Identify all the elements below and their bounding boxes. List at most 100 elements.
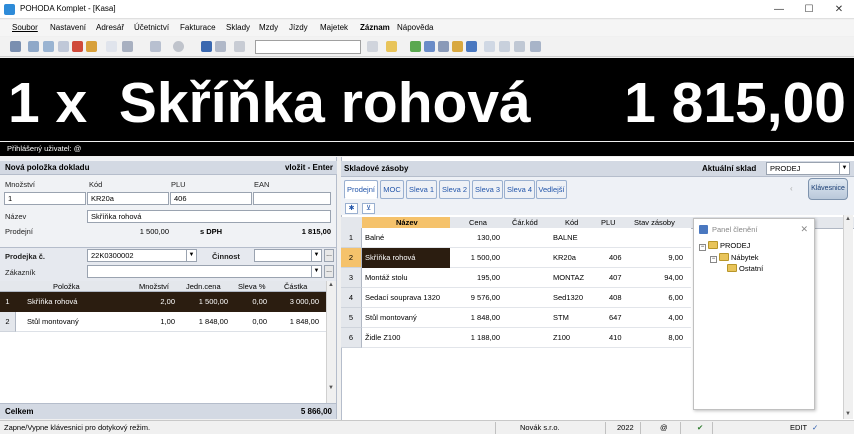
menu-napoveda[interactable]: Nápověda bbox=[397, 23, 433, 32]
stock-row[interactable]: 5 Stůl montovaný 1 848,00 STM 647 4,00 bbox=[341, 308, 691, 328]
col-barcode[interactable]: Čár.kód bbox=[512, 218, 538, 227]
tab-moc[interactable]: MOC bbox=[380, 180, 404, 199]
receipt-number-dropdown[interactable]: ▼ bbox=[186, 249, 197, 262]
menu-soubor[interactable]: Soubor bbox=[12, 23, 38, 32]
folder-icon bbox=[727, 264, 737, 272]
col-discount[interactable]: Sleva % bbox=[238, 282, 266, 291]
duplicate-icon[interactable] bbox=[234, 41, 245, 52]
share-icon[interactable] bbox=[43, 41, 54, 52]
col-price[interactable]: Cena bbox=[469, 218, 487, 227]
tab-prodejni[interactable]: Prodejní bbox=[344, 180, 378, 199]
menu-jizdy[interactable]: Jízdy bbox=[289, 23, 308, 32]
stock-row[interactable]: 6 Židle Z100 1 188,00 Z100 410 8,00 bbox=[341, 328, 691, 348]
customer-more-button[interactable]: ... bbox=[324, 265, 334, 278]
menu-nastaveni[interactable]: Nastavení bbox=[50, 23, 86, 32]
open-agenda-icon[interactable] bbox=[10, 41, 21, 52]
edit-icon[interactable] bbox=[122, 41, 133, 52]
scroll-down-icon[interactable]: ▼ bbox=[328, 385, 334, 391]
col-code[interactable]: Kód bbox=[565, 218, 578, 227]
col-plu[interactable]: PLU bbox=[601, 218, 616, 227]
activity-dropdown[interactable]: ▼ bbox=[311, 249, 322, 262]
quantity-input[interactable]: 1 bbox=[4, 192, 86, 205]
funnel-filter-icon[interactable]: ⊻ bbox=[362, 203, 375, 214]
code-input[interactable]: KR20a bbox=[87, 192, 169, 205]
copy-icon[interactable] bbox=[215, 41, 226, 52]
menu-sklady[interactable]: Sklady bbox=[226, 23, 250, 32]
col-stock[interactable]: Stav zásoby bbox=[634, 218, 675, 227]
col-item[interactable]: Položka bbox=[53, 282, 80, 291]
filter-icon[interactable] bbox=[530, 41, 541, 52]
tab-sleva-3[interactable]: Sleva 3 bbox=[472, 180, 503, 199]
menu-mzdy[interactable]: Mzdy bbox=[259, 23, 278, 32]
lock-icon[interactable] bbox=[452, 41, 463, 52]
star-filter-icon[interactable]: ✱ bbox=[345, 203, 358, 214]
menu-fakturace[interactable]: Fakturace bbox=[180, 23, 216, 32]
close-button[interactable]: ✕ bbox=[824, 0, 854, 19]
list-icon[interactable] bbox=[424, 41, 435, 52]
collapse-icon[interactable]: − bbox=[699, 244, 706, 251]
back-arrow-icon[interactable] bbox=[150, 41, 161, 52]
receipt-number-input[interactable]: 22K0300002 bbox=[87, 249, 197, 262]
scroll-up-icon[interactable]: ▲ bbox=[845, 216, 851, 222]
menu-adresar[interactable]: Adresář bbox=[96, 23, 124, 32]
col-unit-price[interactable]: Jedn.cena bbox=[186, 282, 221, 291]
stock-row[interactable]: 2 Skříňka rohová 1 500,00 KR20a 406 9,00 bbox=[341, 248, 691, 268]
customer-input[interactable] bbox=[87, 265, 322, 278]
keyboard-button[interactable]: Klávesnice bbox=[808, 178, 848, 200]
new-document-icon[interactable] bbox=[106, 41, 117, 52]
tree-node-root[interactable]: − PRODEJ bbox=[699, 241, 750, 251]
stock-row[interactable]: 4 Sedací souprava 1320 9 576,00 Sed1320 … bbox=[341, 288, 691, 308]
title-bar: POHODA Komplet - [Kasa] — ☐ ✕ bbox=[0, 0, 854, 19]
scroll-up-icon[interactable]: ▲ bbox=[328, 282, 334, 288]
stock-row[interactable]: 3 Montáž stolu 195,00 MONTAZ 407 94,00 bbox=[341, 268, 691, 288]
col-name[interactable]: Název bbox=[396, 218, 418, 227]
stock-row[interactable]: 1 Balné 130,00 BALNE bbox=[341, 228, 691, 248]
menu-ucetnictvi[interactable]: Účetnictví bbox=[134, 23, 169, 32]
ean-input[interactable] bbox=[253, 192, 331, 205]
col-quantity[interactable]: Množství bbox=[139, 282, 169, 291]
delete-icon[interactable] bbox=[367, 41, 378, 52]
minimize-button[interactable]: — bbox=[764, 0, 794, 19]
record-selector[interactable] bbox=[255, 40, 361, 54]
folder-open-icon bbox=[708, 241, 718, 249]
tab-sleva-4[interactable]: Sleva 4 bbox=[504, 180, 535, 199]
folder-icon[interactable] bbox=[386, 41, 397, 52]
warehouse-select[interactable]: PRODEJ bbox=[766, 162, 846, 175]
name-input[interactable]: Skříňka rohová bbox=[87, 210, 331, 223]
col-amount[interactable]: Částka bbox=[284, 282, 307, 291]
stock-scrollbar[interactable]: ▲ ▼ bbox=[843, 215, 853, 419]
stock-row-number: 1 bbox=[341, 228, 362, 248]
maximize-button[interactable]: ☐ bbox=[794, 0, 824, 19]
activity-more-button[interactable]: ... bbox=[324, 249, 334, 262]
collapse-icon[interactable]: − bbox=[710, 256, 717, 263]
menu-majetek[interactable]: Majetek bbox=[320, 23, 348, 32]
export-icon[interactable] bbox=[86, 41, 97, 52]
window-icon[interactable] bbox=[484, 41, 495, 52]
print-icon[interactable] bbox=[58, 41, 69, 52]
tree-node-grandchild[interactable]: Ostatní bbox=[727, 264, 763, 273]
scroll-down-icon[interactable]: ▼ bbox=[845, 411, 851, 417]
refresh-icon[interactable] bbox=[410, 41, 421, 52]
customer-dropdown[interactable]: ▼ bbox=[311, 265, 322, 278]
settings-gear-icon[interactable] bbox=[173, 41, 184, 52]
tab-vedlejsi[interactable]: Vedlejší bbox=[536, 180, 567, 199]
tab-sleva-2[interactable]: Sleva 2 bbox=[439, 180, 470, 199]
save-icon[interactable] bbox=[201, 41, 212, 52]
tab-sleva-1[interactable]: Sleva 1 bbox=[406, 180, 437, 199]
receipt-scrollbar[interactable]: ▲ ▼ bbox=[326, 281, 336, 403]
table-icon[interactable] bbox=[438, 41, 449, 52]
stock-row-code: KR20a bbox=[553, 253, 576, 262]
tools-icon[interactable] bbox=[28, 41, 39, 52]
receipt-row[interactable]: 1 Skříňka rohová 2,00 1 500,00 0,00 3 00… bbox=[0, 292, 326, 312]
plu-input[interactable]: 406 bbox=[170, 192, 252, 205]
receipt-row[interactable]: 2 Stůl montovaný 1,00 1 848,00 0,00 1 84… bbox=[0, 312, 326, 332]
warehouse-dropdown[interactable]: ▼ bbox=[839, 162, 850, 175]
layout-icon[interactable] bbox=[499, 41, 510, 52]
stock-row-stock: 8,00 bbox=[668, 333, 683, 342]
panel-icon[interactable] bbox=[514, 41, 525, 52]
tree-panel-close[interactable]: ✕ bbox=[800, 224, 808, 235]
calculator-icon[interactable] bbox=[466, 41, 477, 52]
menu-zaznam[interactable]: Záznam bbox=[360, 23, 390, 32]
pdf-icon[interactable] bbox=[72, 41, 83, 52]
tree-node-child[interactable]: − Nábytek bbox=[710, 253, 759, 263]
